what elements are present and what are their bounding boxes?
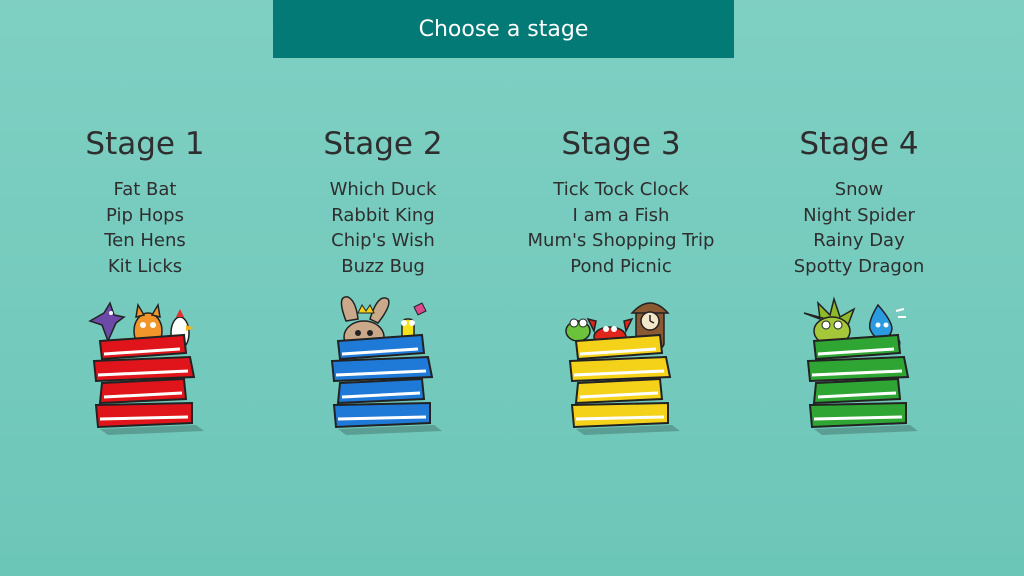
story-item: Ten Hens (104, 230, 186, 251)
book-stack-icon[interactable] (80, 291, 210, 441)
page-title: Choose a stage (273, 0, 734, 58)
story-item: Which Duck (329, 179, 437, 200)
story-item: Buzz Bug (341, 255, 425, 277)
stage-grid: Stage 1 Fat Bat Pip Hops Ten Hens Kit Li… (0, 122, 1024, 462)
story-list: Snow Night Spider Rainy Day Spotty Drago… (744, 177, 974, 279)
stage-3-card[interactable]: Stage 3 Tick Tock Clock I am a Fish Mum'… (506, 122, 736, 441)
books-icon (568, 333, 680, 435)
story-item: Kit Licks (107, 255, 183, 277)
stage-2-card[interactable]: Stage 2 Which Duck Rabbit King Chip's Wi… (268, 122, 498, 441)
story-item: I am a Fish (572, 204, 670, 226)
book-stack-icon[interactable] (318, 291, 448, 441)
page-title-text: Choose a stage (418, 16, 589, 42)
stage-title[interactable]: Stage 3 (506, 122, 736, 166)
stage-title[interactable]: Stage 4 (744, 122, 974, 166)
stage-title[interactable]: Stage 1 (30, 122, 260, 166)
stage-4-card[interactable]: Stage 4 Snow Night Spider Rainy Day Spot… (744, 122, 974, 441)
stage-1-card[interactable]: Stage 1 Fat Bat Pip Hops Ten Hens Kit Li… (30, 122, 260, 441)
story-item: Pip Hops (106, 204, 184, 226)
story-item: Tick Tock Clock (553, 179, 689, 200)
story-item: Rainy Day (813, 230, 905, 251)
story-item: Chip's Wish (331, 230, 435, 251)
book-stack-icon[interactable] (556, 291, 686, 441)
story-list: Which Duck Rabbit King Chip's Wish Buzz … (268, 177, 498, 279)
story-item: Snow (834, 179, 884, 200)
story-item: Spotty Dragon (793, 255, 925, 277)
story-item: Fat Bat (113, 179, 177, 200)
stage-title[interactable]: Stage 2 (268, 122, 498, 166)
books-icon (806, 333, 918, 435)
story-item: Rabbit King (331, 204, 435, 226)
story-list: Tick Tock Clock I am a Fish Mum's Shoppi… (506, 177, 736, 279)
story-item: Mum's Shopping Trip (527, 230, 715, 251)
book-stack-icon[interactable] (794, 291, 924, 441)
story-item: Night Spider (803, 204, 915, 226)
story-list: Fat Bat Pip Hops Ten Hens Kit Licks (30, 177, 260, 279)
books-icon (330, 333, 442, 435)
books-icon (92, 333, 204, 435)
story-item: Pond Picnic (570, 255, 672, 277)
